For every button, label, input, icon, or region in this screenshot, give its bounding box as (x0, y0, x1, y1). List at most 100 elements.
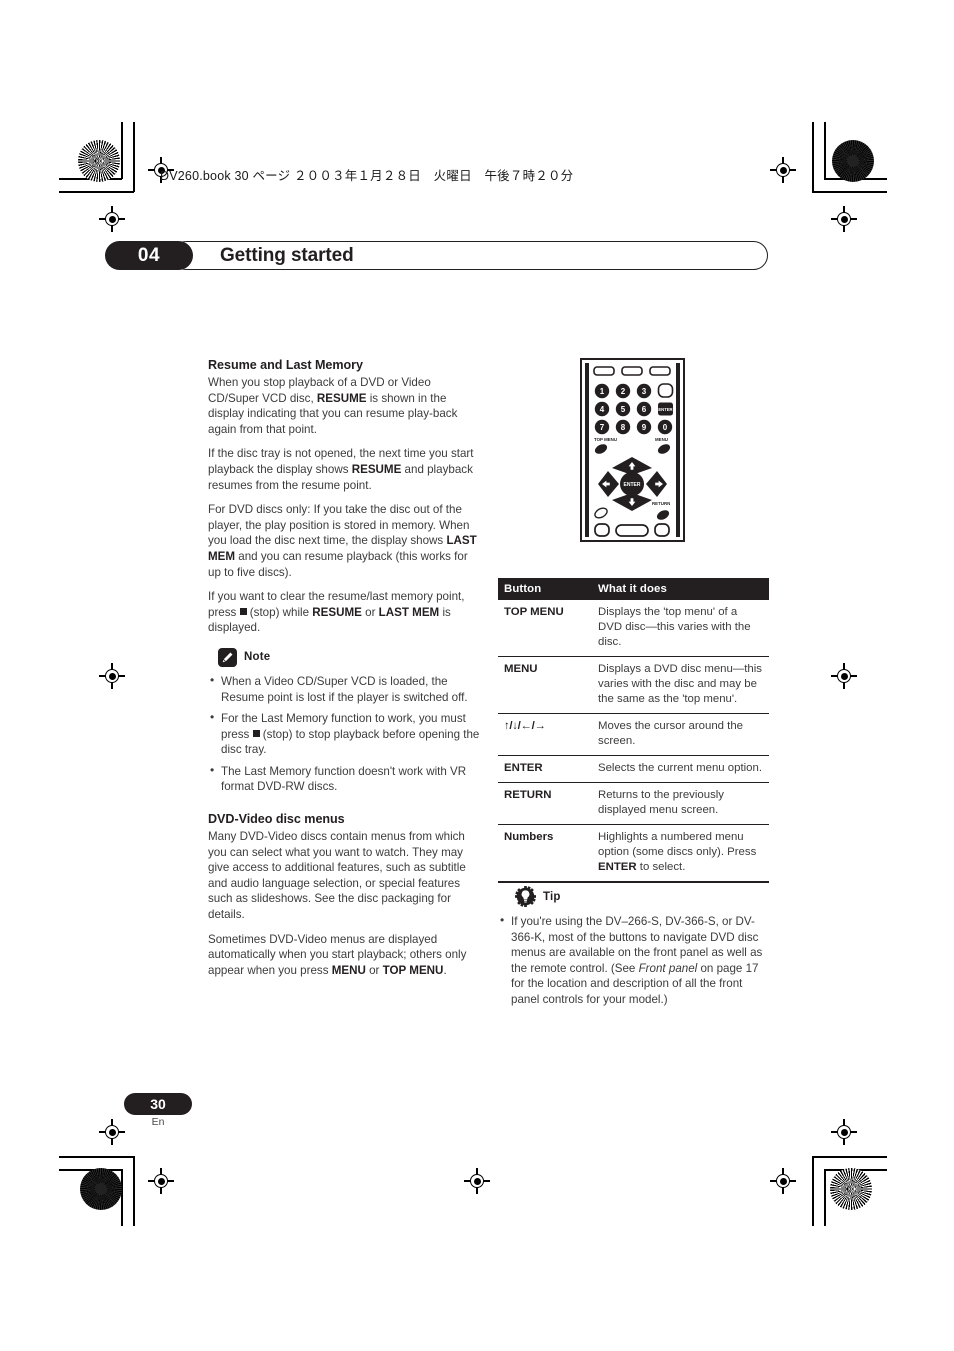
list-item: For the Last Memory function to work, yo… (208, 710, 480, 758)
section-heading-dvd-menus: DVD-Video disc menus (208, 812, 345, 827)
paragraph-resume-3: For DVD discs only: If you take the disc… (208, 502, 480, 580)
table-row: TOP MENU Displays the 'top menu' of a DV… (498, 600, 769, 657)
registration-crosshair (99, 663, 125, 689)
svg-text:RETURN: RETURN (652, 501, 670, 506)
registration-crosshair (831, 1119, 857, 1145)
cell-description: Highlights a numbered menu option (some … (592, 824, 769, 883)
column-header-what-it-does: What it does (592, 578, 769, 600)
text-run: (stop) to stop playback before opening t… (221, 727, 480, 757)
trim-mark-v (133, 1156, 135, 1226)
slug-line: DV260.book 30 ページ ２００３年１月２８日 火曜日 午後７時２０分 (160, 169, 574, 183)
page-number: 30 (124, 1093, 192, 1115)
trim-mark-v (812, 122, 814, 192)
registration-crosshair (464, 1168, 490, 1194)
text-bold-resume: RESUME (312, 605, 362, 619)
text-run: Highlights a numbered menu option (some … (598, 831, 757, 858)
svg-text:6: 6 (642, 405, 647, 414)
text-run: For DVD discs only: If you take the disc… (208, 503, 470, 548)
table-row: RETURN Returns to the previously display… (498, 782, 769, 825)
svg-text:ENTER: ENTER (624, 482, 641, 488)
registration-starburst (832, 140, 874, 182)
cell-description: Moves the cursor around the screen. (592, 713, 769, 756)
text-italic-front-panel: Front panel (638, 961, 698, 975)
cell-description: Selects the current menu option. (592, 755, 769, 783)
table-header-row: Button What it does (498, 578, 769, 600)
paragraph-resume-2: If the disc tray is not opened, the next… (208, 446, 480, 493)
stop-square-icon (252, 730, 260, 738)
list-item: When a Video CD/Super VCD is loaded, the… (208, 673, 480, 705)
registration-starburst (80, 1168, 122, 1210)
cell-button: ↑/↓/←/→ (498, 713, 592, 756)
cell-button: TOP MENU (498, 600, 592, 657)
text-bold-resume: RESUME (316, 391, 367, 405)
button-function-table: Button What it does TOP MENU Displays th… (498, 578, 769, 883)
svg-text:TOP MENU: TOP MENU (594, 437, 617, 442)
note-header: Note (218, 647, 480, 667)
trim-mark-v (824, 1169, 826, 1226)
tip-header: Tip (515, 886, 770, 907)
paragraph-dvd-1: Many DVD-Video discs contain menus from … (208, 830, 466, 922)
text-run: and you can resume playback (this works … (208, 549, 468, 579)
text-run: (stop) while (246, 605, 313, 619)
pencil-icon (218, 647, 237, 667)
svg-text:7: 7 (600, 423, 605, 432)
chapter-header: 04 Getting started (105, 241, 768, 270)
page-folio: 30 En (124, 1093, 192, 1128)
text-run: to select. (636, 861, 686, 873)
trim-mark-v (812, 1156, 814, 1226)
registration-crosshair (831, 663, 857, 689)
language-code: En (151, 1116, 165, 1128)
svg-text:3: 3 (642, 387, 647, 396)
chapter-number: 04 (105, 241, 193, 270)
trim-mark-h (812, 191, 887, 193)
cell-button: ENTER (498, 755, 592, 783)
registration-starburst (830, 1168, 872, 1210)
registration-crosshair (770, 1168, 796, 1194)
cell-button: Numbers (498, 824, 592, 883)
registration-crosshair (99, 1119, 125, 1145)
text-bold-enter: ENTER (598, 861, 637, 873)
tip-label: Tip (543, 890, 561, 903)
svg-text:ENTER: ENTER (658, 407, 672, 412)
table-row: MENU Displays a DVD disc menu—this varie… (498, 656, 769, 714)
cell-description: Displays the 'top menu' of a DVD disc—th… (592, 600, 769, 657)
svg-text:0: 0 (663, 423, 668, 432)
cell-button: RETURN (498, 782, 592, 825)
svg-text:8: 8 (621, 423, 626, 432)
svg-text:1: 1 (600, 387, 605, 396)
trim-mark-h (59, 191, 134, 193)
remote-control-illustration: 1 2 3 4 5 6 7 8 9 0 ENTER TOP MENU MENU (580, 358, 685, 542)
stop-square-icon (239, 608, 247, 616)
column-header-button: Button (498, 578, 592, 600)
registration-starburst (78, 140, 120, 182)
tip-block: Tip If you're using the DV–266-S, DV-366… (498, 886, 770, 1014)
table-row: Numbers Highlights a numbered menu optio… (498, 824, 769, 883)
trim-mark-v (121, 122, 123, 179)
cell-button: MENU (498, 656, 592, 714)
text-bold-menu: MENU (331, 963, 366, 977)
tip-list: If you're using the DV–266-S, DV-366-S, … (498, 913, 770, 1008)
gear-lightbulb-icon (515, 886, 536, 907)
svg-text:5: 5 (621, 405, 626, 414)
text-bold-resume: RESUME (351, 462, 402, 476)
section-heading-resume: Resume and Last Memory (208, 358, 363, 372)
cell-description: Returns to the previously displayed menu… (592, 782, 769, 825)
trim-mark-v (121, 1169, 123, 1226)
paragraph-dvd-2: Sometimes DVD-Video menus are displayed … (208, 932, 480, 979)
page-title: Getting started (220, 244, 354, 266)
note-list: When a Video CD/Super VCD is loaded, the… (208, 673, 480, 795)
text-bold-top-menu: TOP MENU (382, 963, 444, 977)
svg-text:4: 4 (600, 405, 605, 414)
svg-text:MENU: MENU (655, 437, 668, 442)
svg-text:2: 2 (621, 387, 626, 396)
note-label: Note (244, 651, 271, 664)
text-run: or (365, 963, 383, 977)
trim-mark-v (133, 122, 135, 192)
list-item: The Last Memory function doesn't work wi… (208, 763, 480, 795)
registration-crosshair (831, 206, 857, 232)
text-run: . (443, 963, 447, 977)
left-column: Resume and Last Memory When you stop pla… (208, 358, 480, 987)
paragraph-resume-1: When you stop playback of a DVD or Video… (208, 375, 480, 437)
registration-crosshair (148, 1168, 174, 1194)
list-item: If you're using the DV–266-S, DV-366-S, … (498, 913, 770, 1008)
